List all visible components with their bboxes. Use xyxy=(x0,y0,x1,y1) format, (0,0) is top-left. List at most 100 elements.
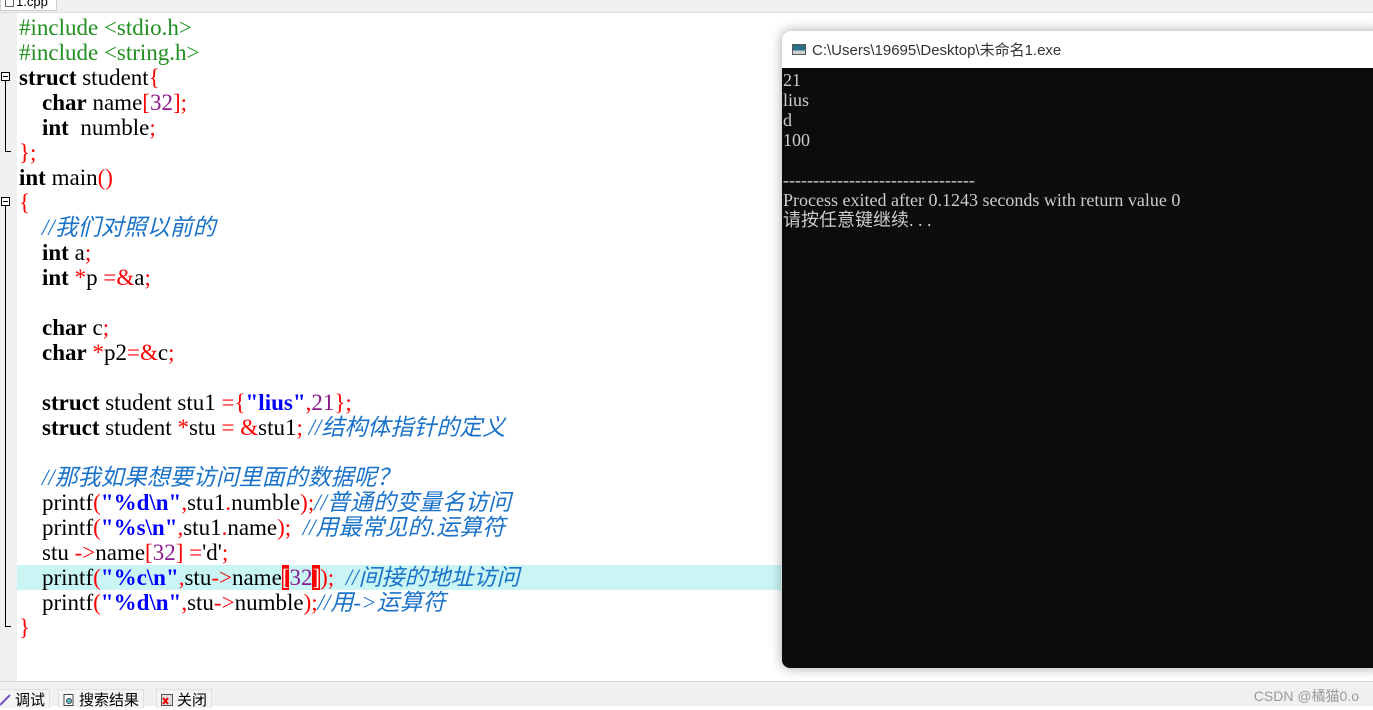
code-token: }; xyxy=(19,140,37,165)
console-output: 21 lius d 100 -----------------------------… xyxy=(782,68,1373,230)
code-token: " xyxy=(100,515,114,540)
fold-end xyxy=(5,626,11,627)
code-token: printf xyxy=(19,515,94,540)
code-token: int xyxy=(42,115,69,140)
fold-line xyxy=(5,206,6,626)
code-line[interactable] xyxy=(19,440,781,465)
code-token: * xyxy=(92,340,104,365)
code-token: =& xyxy=(103,265,135,290)
code-line[interactable]: printf("%s\n",stu1.name); //用最常见的.运算符 xyxy=(19,515,781,540)
code-token: int xyxy=(42,240,69,265)
tab-search-results[interactable]: 搜索结果 xyxy=(58,689,145,709)
console-window[interactable]: C:\Users\19695\Desktop\未命名1.exe 21 lius d 1… xyxy=(782,31,1373,668)
console-app-icon xyxy=(792,44,806,55)
fold-toggle-main[interactable] xyxy=(1,197,10,206)
code-line[interactable]: int a; xyxy=(19,240,781,265)
code-token: { xyxy=(19,190,31,215)
code-token: =& xyxy=(126,340,158,365)
code-token: %d\n xyxy=(113,490,169,515)
code-lines[interactable]: #include <stdio.h> #include <string.h> str… xyxy=(17,15,781,640)
code-token: a xyxy=(134,265,145,290)
code-token: %c\n xyxy=(113,565,166,590)
code-line[interactable]: //那我如果想要访问里面的数据呢？ xyxy=(19,465,781,490)
code-token: ; xyxy=(84,240,92,265)
code-line-current[interactable]: printf("%c\n",stu->name[32]); //间接的地址访问 xyxy=(17,565,781,590)
code-comment: //那我如果想要访问里面的数据呢？ xyxy=(42,465,400,490)
code-line[interactable]: { xyxy=(19,190,781,215)
code-line[interactable]: stu ->name[32] ='d'; xyxy=(19,540,781,565)
code-token: ( xyxy=(93,565,101,590)
code-token: ; xyxy=(144,265,151,290)
code-token: " xyxy=(100,565,114,590)
code-line[interactable] xyxy=(19,290,781,315)
code-token: ={ xyxy=(221,390,246,415)
code-token: #include <stdio.h> xyxy=(19,15,192,40)
fold-gutter xyxy=(0,13,17,681)
code-line[interactable]: int numble; xyxy=(19,115,781,140)
console-line: 100 xyxy=(783,130,810,150)
code-line[interactable]: } xyxy=(19,615,781,640)
code-line[interactable]: //我们对照以前的 xyxy=(19,215,781,240)
code-token: -> xyxy=(74,540,96,565)
code-token: name xyxy=(231,565,282,590)
code-line[interactable]: char name[32]; xyxy=(19,90,781,115)
fold-end xyxy=(5,151,11,152)
code-token: ( xyxy=(93,490,101,515)
code-line[interactable]: int *p =&a; xyxy=(19,265,781,290)
tab-debug[interactable]: 调试 xyxy=(0,689,51,709)
console-title-bar[interactable]: C:\Users\19695\Desktop\未命名1.exe xyxy=(782,31,1373,68)
code-line[interactable]: int main() xyxy=(19,165,781,190)
watermark: CSDN @橘猫0.o xyxy=(1253,688,1359,704)
code-token: struct xyxy=(42,415,100,440)
code-line[interactable]: struct student stu1 ={"lius",21}; xyxy=(19,390,781,415)
code-token: " xyxy=(165,565,179,590)
code-token: numble xyxy=(231,490,301,515)
code-line[interactable]: struct student *stu = &stu1; //结构体指针的定义 xyxy=(19,415,781,440)
code-token: printf xyxy=(19,565,94,590)
fold-toggle-struct[interactable] xyxy=(1,72,10,81)
code-token: stu1 xyxy=(187,490,226,515)
code-token: ]; xyxy=(172,90,188,115)
file-tab[interactable]: 1.cpp xyxy=(0,0,57,11)
code-token: ); xyxy=(320,565,335,590)
code-line[interactable]: struct student{ xyxy=(19,65,781,90)
code-line[interactable]: printf("%d\n",stu1.numble);//普通的变量名访问 xyxy=(19,490,781,515)
code-token: int xyxy=(19,165,46,190)
code-token: ] = xyxy=(175,540,203,565)
code-token: -> xyxy=(213,590,235,615)
code-line[interactable]: #include <stdio.h> xyxy=(19,15,781,40)
code-token: " xyxy=(100,490,114,515)
code-token: ; xyxy=(102,315,110,340)
console-line: Process exited after 0.1243 seconds with… xyxy=(783,190,1181,210)
tab-close[interactable]: 关闭 xyxy=(156,689,213,709)
code-token: %d\n xyxy=(113,590,169,615)
code-line[interactable]: #include <string.h> xyxy=(19,40,781,65)
code-token: char xyxy=(42,315,87,340)
code-line[interactable] xyxy=(19,365,781,390)
code-line[interactable]: char c; xyxy=(19,315,781,340)
code-token: student xyxy=(99,415,178,440)
code-token: -> xyxy=(211,565,232,590)
code-token: char xyxy=(42,90,87,115)
code-token: () xyxy=(97,165,113,190)
code-line[interactable]: printf("%d\n",stu->numble);//用->运算符 xyxy=(19,590,781,615)
code-token: ( xyxy=(93,515,101,540)
code-token: stu1 xyxy=(258,415,297,440)
code-token: printf xyxy=(19,490,94,515)
code-line[interactable]: char *p2=&c; xyxy=(19,340,781,365)
code-token: 21 xyxy=(311,390,335,415)
code-line[interactable]: }; xyxy=(19,140,781,165)
code-token: ; xyxy=(221,540,229,565)
code-token: 32 xyxy=(289,565,313,590)
editor-tab-bar: 1.cpp xyxy=(0,0,1373,13)
code-token: p2 xyxy=(103,340,127,365)
code-token: int xyxy=(42,265,69,290)
code-comment: //间接的地址访问 xyxy=(334,565,520,590)
code-token: { xyxy=(148,65,160,90)
code-token: struct xyxy=(19,65,77,90)
console-line: 请按任意键继续. . . xyxy=(783,210,932,230)
